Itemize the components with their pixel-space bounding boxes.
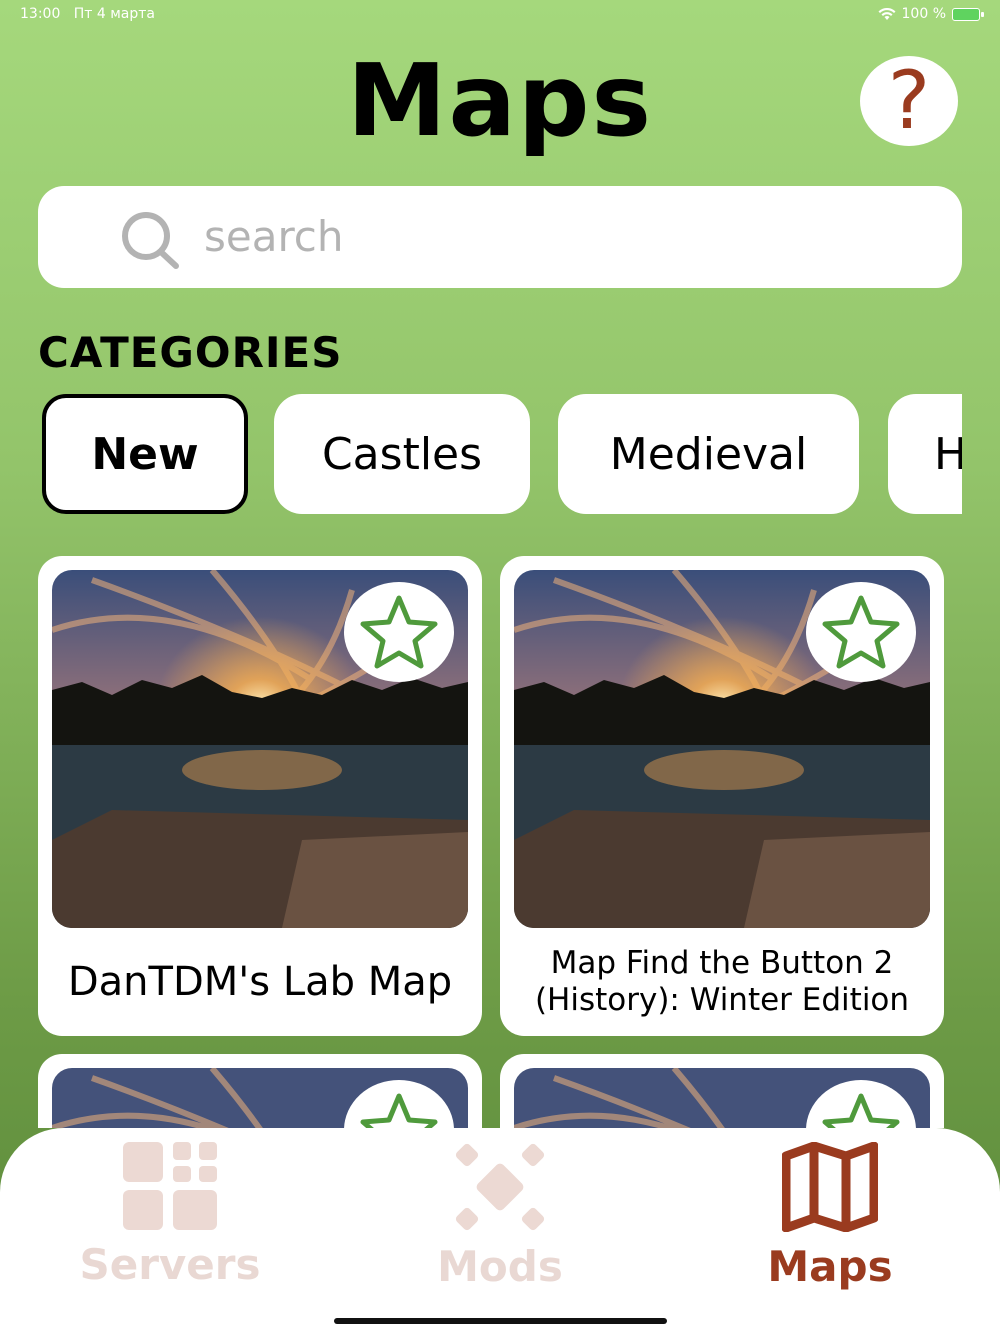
map-title: Map Find the Button 2 (History): Winter … (534, 944, 910, 1018)
chip-label: Medieval (609, 428, 808, 480)
star-outline-icon (822, 595, 900, 669)
battery-icon (952, 7, 984, 21)
home-indicator[interactable] (334, 1318, 667, 1324)
tab-mods[interactable]: Mods (400, 1142, 600, 1291)
category-chip-castles[interactable]: Castles (274, 394, 530, 514)
map-card[interactable] (38, 1054, 482, 1128)
star-outline-icon (360, 595, 438, 669)
search-bar[interactable] (38, 186, 962, 288)
map-card[interactable]: DanTDM's Lab Map (38, 556, 482, 1036)
category-chip-partial[interactable]: H (888, 394, 962, 514)
battery-percent: 100 % (901, 6, 946, 22)
tab-label: Mods (437, 1242, 563, 1291)
map-icon (781, 1141, 879, 1233)
category-chip-medieval[interactable]: Medieval (558, 394, 859, 514)
star-outline-icon (360, 1093, 438, 1128)
tab-label: Maps (767, 1242, 893, 1291)
diamond-blocks-icon (455, 1143, 545, 1231)
search-icon (122, 212, 179, 269)
favorite-button[interactable] (806, 582, 916, 682)
wifi-icon (878, 7, 896, 20)
question-mark-icon: ? (887, 54, 931, 147)
category-chip-new[interactable]: New (42, 394, 248, 514)
map-title: DanTDM's Lab Map (67, 959, 453, 1005)
status-time: 13:00 (20, 6, 61, 22)
category-chips[interactable]: New Castles Medieval H (40, 392, 962, 516)
tab-bar: Servers Mods Maps (0, 1128, 1000, 1334)
star-outline-icon (822, 1093, 900, 1128)
status-right: 100 % (878, 6, 984, 22)
tab-servers[interactable]: Servers (70, 1142, 270, 1289)
help-button[interactable]: ? (860, 56, 958, 146)
chip-label: Castles (321, 428, 483, 480)
tab-label: Servers (79, 1240, 261, 1289)
favorite-button[interactable] (344, 582, 454, 682)
categories-heading: CATEGORIES (38, 328, 343, 377)
map-card[interactable]: Map Find the Button 2 (History): Winter … (500, 556, 944, 1036)
tab-maps[interactable]: Maps (730, 1141, 930, 1291)
page-title: Maps (346, 42, 654, 159)
status-time-date: 13:00 Пт 4 марта (20, 6, 155, 22)
search-input[interactable] (204, 206, 944, 266)
chip-label: New (91, 428, 199, 480)
grid-icon (123, 1142, 217, 1230)
status-date: Пт 4 марта (73, 6, 155, 22)
maps-grid: DanTDM's Lab Map Map Find the Button 2 (… (38, 556, 962, 1128)
chip-label: H (934, 428, 962, 480)
status-bar: 13:00 Пт 4 марта 100 % (0, 0, 1000, 28)
map-card[interactable] (500, 1054, 944, 1128)
